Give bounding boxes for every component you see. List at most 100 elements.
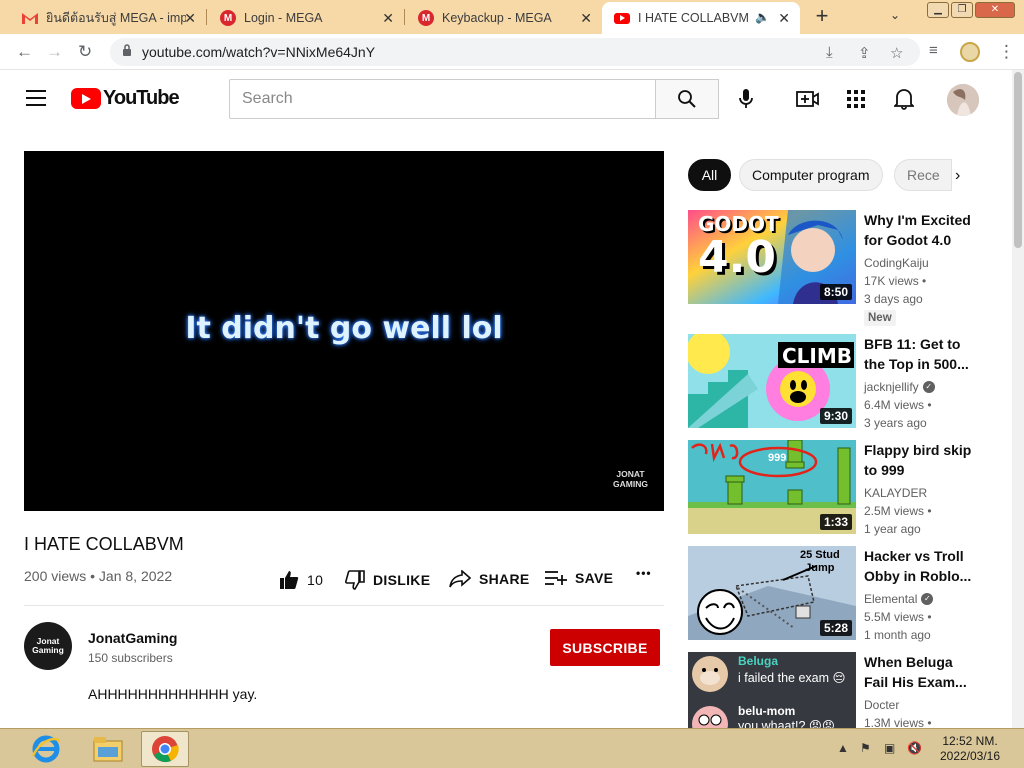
chip-all[interactable]: All <box>688 159 731 191</box>
subscribe-button[interactable]: SUBSCRIBE <box>550 629 660 666</box>
recommendation-item[interactable]: CLIMB 9:30 BFB 11: Get to the Top in 500… <box>688 334 1008 430</box>
tab-title: Login - MEGA <box>244 11 323 25</box>
watermark-line: GAMING <box>613 479 648 489</box>
search-button[interactable] <box>655 79 719 119</box>
youtube-logo[interactable]: YouTube <box>71 87 180 110</box>
video-player[interactable]: It didn't go well lol JONAT GAMING <box>24 151 664 511</box>
close-tab-icon[interactable]: ✕ <box>580 10 592 27</box>
minimize-button[interactable]: ▁ <box>927 2 949 18</box>
video-title: I HATE COLLABVM <box>24 534 184 554</box>
recommendation-age: 3 days ago <box>864 292 923 306</box>
recommendation-channel[interactable]: CodingKaiju <box>864 256 929 270</box>
close-tab-icon[interactable]: ✕ <box>778 10 790 27</box>
video-caption: It didn't go well lol <box>185 311 503 346</box>
gmail-icon <box>22 10 38 26</box>
mega-icon: M <box>220 10 236 26</box>
tab-youtube-active[interactable]: I HATE COLLABVM - 🔈 ✕ <box>602 2 800 34</box>
new-tab-button[interactable]: + <box>810 5 834 29</box>
dislike-label: DISLIKE <box>373 572 431 588</box>
duration-badge: 1:33 <box>819 514 852 530</box>
show-hidden-icons-icon[interactable]: ▲ <box>837 741 849 755</box>
network-icon[interactable]: ▣ <box>884 741 895 755</box>
thumbs-up-icon <box>280 571 299 589</box>
tab-gmail-mega[interactable]: ยินดีต้อนรับสู่ MEGA - impr ✕ <box>10 2 206 34</box>
chevron-down-icon[interactable]: ⌄ <box>890 8 900 22</box>
video-thumbnail[interactable]: Beluga i failed the exam 😔 belu-mom you … <box>688 652 856 728</box>
tab-title: Keybackup - MEGA <box>442 11 552 25</box>
close-tab-icon[interactable]: ✕ <box>184 10 196 27</box>
browser-menu-icon[interactable]: ⋮ <box>998 42 1015 62</box>
chip-computer-program[interactable]: Computer program <box>739 159 883 191</box>
subscriber-count: 150 subscribers <box>88 651 173 665</box>
system-clock[interactable]: 12:52 NM. 2022/03/16 <box>934 734 1006 764</box>
recommendation-item[interactable]: 999 1:33 Flappy bird skip to 999 KALAYDE… <box>688 440 1008 536</box>
search-input[interactable]: Search <box>229 79 656 119</box>
recommendation-item[interactable]: GODOT 4.0 8:50 Why I'm Excited for Godot… <box>688 210 1008 326</box>
speaker-icon[interactable]: 🔈 <box>755 10 770 24</box>
recommendation-title[interactable]: Flappy bird skip to 999 <box>864 440 974 480</box>
install-app-icon[interactable]: ⤓ <box>826 44 833 61</box>
extension-icon[interactable] <box>960 42 980 62</box>
video-thumbnail[interactable]: 25 Stud Jump 5:28 <box>688 546 856 640</box>
duration-badge: 5:28 <box>819 620 852 636</box>
clock-date: 2022/03/16 <box>939 749 1001 763</box>
address-bar[interactable]: youtube.com/watch?v=NNixMe64JnY ⤓ ⇪ ☆ <box>110 38 920 66</box>
recommendation-title[interactable]: BFB 11: Get to the Top in 500... <box>864 334 974 374</box>
apps-grid-icon[interactable] <box>847 90 865 113</box>
verified-check-icon: ✓ <box>922 381 935 393</box>
channel-avatar[interactable]: Jonat Gaming <box>24 622 72 670</box>
more-actions-button[interactable]: ••• <box>636 566 652 580</box>
chrome-taskbar-icon[interactable] <box>141 731 189 767</box>
scrollbar-thumb[interactable] <box>1014 72 1022 248</box>
thumbnail-text: you whaat!? 😡😡 <box>738 719 835 728</box>
like-button[interactable]: 10 <box>279 570 323 590</box>
thumbnail-text: CLIMB <box>782 344 853 368</box>
tab-login-mega[interactable]: M Login - MEGA ✕ <box>208 2 404 34</box>
microphone-icon[interactable] <box>738 88 754 115</box>
back-arrow-icon[interactable]: ← <box>16 42 33 62</box>
account-avatar[interactable] <box>947 84 979 116</box>
create-video-icon[interactable] <box>796 90 820 113</box>
video-watermark: JONAT GAMING <box>613 469 648 489</box>
internet-explorer-icon[interactable] <box>22 731 70 767</box>
recommendation-channel[interactable]: Elemental ✓ <box>864 592 934 606</box>
notifications-bell-icon[interactable] <box>892 88 916 115</box>
hamburger-menu-icon[interactable] <box>26 90 46 106</box>
tab-separator <box>206 9 207 25</box>
reload-icon[interactable]: ↻ <box>78 42 92 62</box>
forward-arrow-icon[interactable]: → <box>46 42 63 62</box>
action-center-flag-icon[interactable]: ⚑ <box>860 741 871 755</box>
tab-title: I HATE COLLABVM - <box>638 11 748 25</box>
recommendation-title[interactable]: Hacker vs Troll Obby in Roblo... <box>864 546 974 586</box>
thumbnail-text: 25 Stud Jump <box>800 549 840 574</box>
recommendation-title[interactable]: Why I'm Excited for Godot 4.0 <box>864 210 974 250</box>
video-description: AHHHHHHHHHHHHH yay. <box>88 686 258 702</box>
lock-icon[interactable] <box>122 43 132 61</box>
recommendation-channel[interactable]: jacknjellify ✓ <box>864 380 935 394</box>
media-queue-icon[interactable]: ≡ <box>929 42 938 59</box>
chip-recent[interactable]: Rece <box>894 159 952 191</box>
volume-muted-icon[interactable]: 🔇 <box>907 741 922 755</box>
tab-keybackup-mega[interactable]: M Keybackup - MEGA ✕ <box>406 2 602 34</box>
recommendation-channel[interactable]: KALAYDER <box>864 486 927 500</box>
video-thumbnail[interactable]: CLIMB 9:30 <box>688 334 856 428</box>
page-scrollbar[interactable] <box>1012 70 1024 728</box>
maximize-button[interactable]: ❐ <box>951 2 973 18</box>
dislike-button[interactable]: DISLIKE <box>345 570 430 590</box>
video-thumbnail[interactable]: GODOT 4.0 8:50 <box>688 210 856 304</box>
chevron-right-icon[interactable]: › <box>955 167 960 185</box>
save-button[interactable]: SAVE <box>545 570 613 586</box>
file-explorer-icon[interactable] <box>84 731 132 767</box>
recommendation-item[interactable]: 25 Stud Jump 5:28 Hacker vs Troll Obby in… <box>688 546 1008 642</box>
recommendation-title[interactable]: When Beluga Fail His Exam... <box>864 652 974 692</box>
thumbnail-text: 999 <box>768 452 787 464</box>
close-window-button[interactable]: ✕ <box>975 2 1015 18</box>
channel-name[interactable]: JonatGaming <box>88 630 177 646</box>
bookmark-star-icon[interactable]: ☆ <box>890 44 903 62</box>
share-page-icon[interactable]: ⇪ <box>858 44 871 62</box>
close-tab-icon[interactable]: ✕ <box>382 10 394 27</box>
share-button[interactable]: SHARE <box>449 570 530 588</box>
recommendation-item[interactable]: Beluga i failed the exam 😔 belu-mom you … <box>688 652 1008 728</box>
recommendation-channel[interactable]: Docter <box>864 698 899 712</box>
video-thumbnail[interactable]: 999 1:33 <box>688 440 856 534</box>
